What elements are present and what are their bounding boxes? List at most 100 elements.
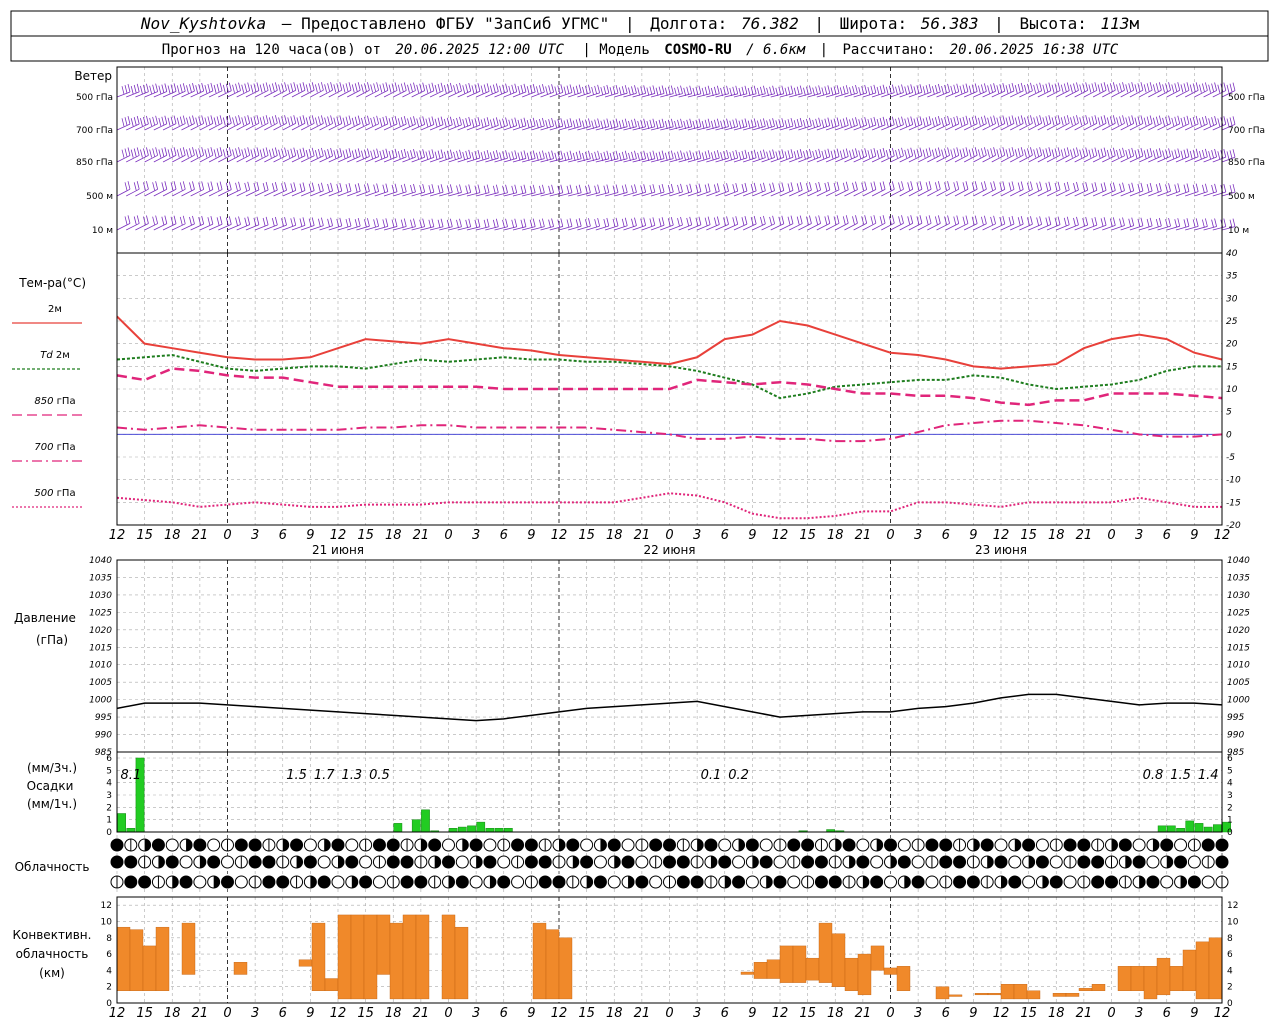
cloud-symbol (414, 838, 428, 852)
cloud-symbol (483, 838, 497, 852)
hour-tick-label: 6 (942, 528, 950, 543)
cloud-symbol (455, 875, 469, 889)
wind-level-label: 850 гПа (76, 158, 113, 168)
precip-3h-label: 1.5 (1170, 768, 1191, 783)
conv-tick-label: 6 (106, 950, 112, 960)
temp-legend-label: 850 гПа (34, 396, 75, 407)
cloud-symbol (1008, 875, 1022, 889)
precip-tick-label: 5 (106, 766, 112, 776)
hour-tick-label: 15 (578, 1006, 595, 1021)
cloud-symbol (276, 875, 290, 889)
cloud-symbol (138, 838, 152, 852)
hour-tick-label: 12 (993, 1006, 1010, 1021)
cloud-symbol (828, 875, 842, 889)
conv-bar (233, 962, 248, 975)
hour-tick-label: 15 (357, 1006, 374, 1021)
hour-tick-label: 0 (444, 528, 452, 543)
cloud-symbol (980, 838, 994, 852)
cloud-symbol (1160, 838, 1174, 852)
cloud-symbol (1091, 875, 1105, 889)
conv-unit: (км) (39, 966, 65, 980)
precip-bar (1185, 820, 1195, 833)
precip-3h-label: 0.1 (701, 768, 722, 783)
cloud-symbol (303, 838, 317, 852)
longitude-label: Долгота: (650, 14, 727, 33)
cloud-symbol (635, 875, 649, 889)
hour-tick-label: 3 (1135, 528, 1143, 543)
wind-level-label-right: 10 м (1228, 226, 1249, 236)
cloud-symbol (745, 855, 759, 869)
wind-barb (116, 83, 131, 98)
conv-tick-label: 12 (101, 901, 112, 911)
press-tick-label-right: 1040 (1227, 556, 1250, 566)
cloud-symbol (607, 875, 621, 889)
cloud-symbol (469, 838, 483, 852)
hour-tick-label: 0 (223, 1006, 231, 1021)
cloud-symbol (359, 875, 373, 889)
precip-tick-label: 3 (106, 791, 112, 801)
cloud-symbol (911, 838, 925, 852)
cloud-symbol (1160, 855, 1174, 869)
cloud-symbol (386, 875, 400, 889)
precip-bar (457, 826, 467, 833)
wind-barb (116, 147, 131, 163)
cloud-symbol (856, 855, 870, 869)
press-tick-label-right: 1000 (1227, 696, 1250, 706)
wind-level-label-right: 700 гПа (1228, 126, 1265, 136)
conv-bar (896, 966, 911, 991)
cloud-symbol (524, 855, 538, 869)
cloud-symbol (1187, 855, 1201, 869)
cloud-symbol (179, 855, 193, 869)
cloud-symbol (552, 875, 566, 889)
cloud-symbol (1174, 838, 1188, 852)
cloud-symbol (124, 855, 138, 869)
cloud-symbol (138, 855, 152, 869)
hour-tick-label: 15 (578, 528, 595, 543)
cloud-symbol (663, 855, 676, 869)
press-tick-label: 1040 (89, 556, 112, 566)
conv-bar (1130, 966, 1145, 991)
cloud-symbol (372, 855, 386, 869)
precip-tick-label-right: 1 (1227, 816, 1233, 826)
cloud-symbol (372, 875, 386, 889)
precip-bar (1213, 824, 1222, 833)
model-name: COSMO-RU (664, 42, 731, 58)
precip-tick-label: 2 (106, 803, 112, 813)
cloud-symbol (1077, 838, 1091, 852)
precip-tick-label-right: 4 (1227, 779, 1233, 789)
conv-bar (324, 978, 339, 991)
cloud-symbol (165, 855, 179, 869)
cloud-symbol (1077, 855, 1091, 869)
temp-legend-label: 500 гПа (34, 488, 75, 499)
hour-tick-label: 9 (527, 1006, 535, 1021)
conv-bar (1143, 966, 1158, 1000)
hour-tick-label: 15 (357, 528, 374, 543)
cloud-symbol (524, 838, 538, 852)
cloud-symbol (787, 838, 801, 852)
longitude-value: 76.382 (741, 14, 799, 33)
temp-tick-label: 35 (1226, 272, 1238, 282)
cloud-symbol (151, 875, 165, 889)
cloud-symbol (593, 838, 607, 852)
cloud-symbol (151, 855, 165, 869)
temp-tick-label: 40 (1226, 249, 1238, 259)
cloud-symbol (442, 855, 455, 869)
cloud-symbol (884, 838, 897, 852)
precip-bar (467, 825, 476, 833)
cloud-symbol (234, 875, 248, 889)
provider-text: — Предоставлено ФГБУ "ЗапСиб УГМС" (282, 14, 610, 33)
cloud-symbol (690, 875, 704, 889)
cloud-symbol (1091, 855, 1105, 869)
cloud-symbol (455, 855, 469, 869)
hour-tick-label: 0 (1107, 1006, 1115, 1021)
cloud-symbol (455, 838, 469, 852)
conv-tick-label: 0 (106, 999, 112, 1009)
cloud-symbol (262, 855, 276, 869)
hour-tick-label: 9 (748, 528, 756, 543)
wind-level-label-right: 500 гПа (1228, 93, 1265, 103)
press-tick-label: 1010 (89, 661, 112, 671)
pressure-unit: (гПа) (36, 633, 68, 647)
hour-tick-label: 21 (192, 1006, 209, 1021)
conv-bar (870, 945, 885, 971)
meteogram: Nov_Kyshtovka — Предоставлено ФГБУ "ЗапС… (10, 10, 1269, 1021)
